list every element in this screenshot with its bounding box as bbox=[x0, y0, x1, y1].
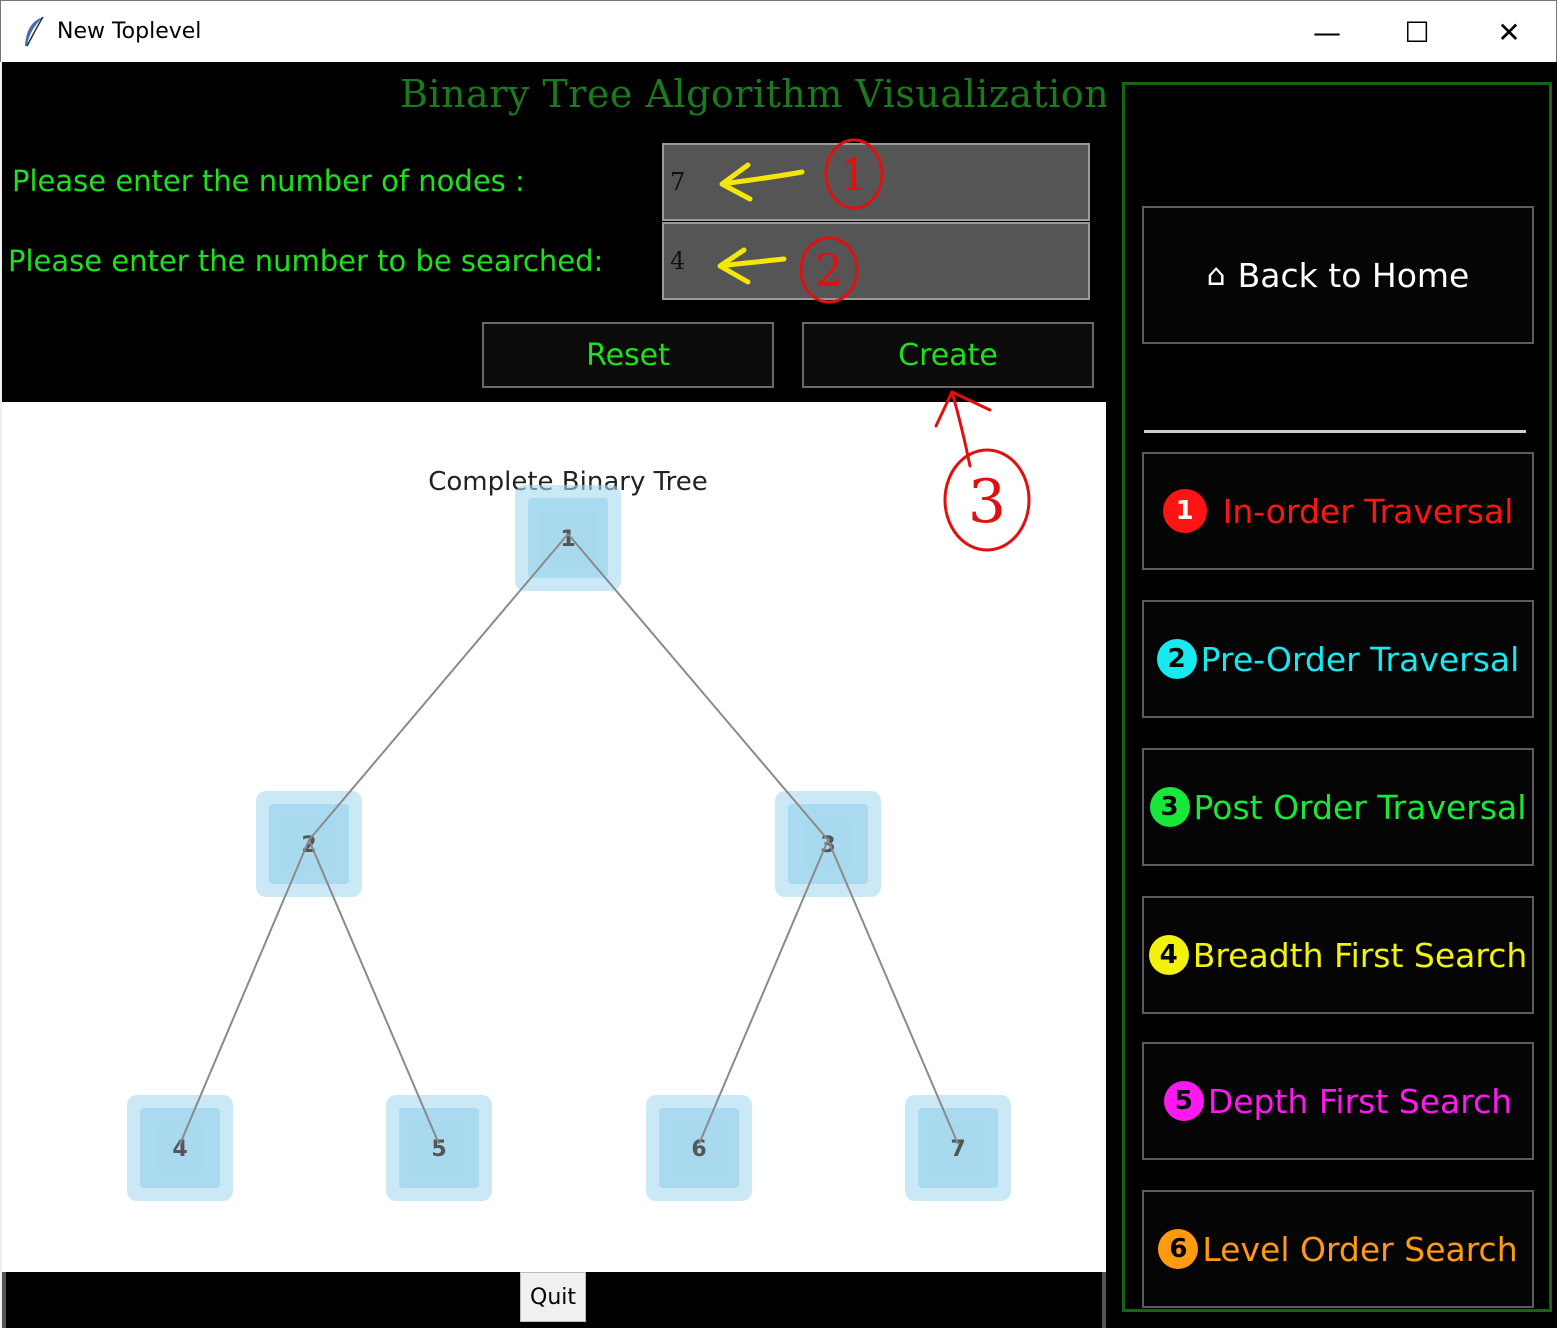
tree-node-label: 5 bbox=[431, 1137, 446, 1162]
tree-node-1: 1 bbox=[515, 485, 621, 591]
tree-node-7: 7 bbox=[905, 1095, 1011, 1201]
preorder-traversal-label: Pre-Order Traversal bbox=[1200, 639, 1520, 679]
minimize-icon: — bbox=[1313, 15, 1341, 49]
tree-node-2: 2 bbox=[256, 791, 362, 897]
inorder-traversal-button[interactable]: 1 In-order Traversal bbox=[1142, 452, 1534, 570]
tree-edge-1-2 bbox=[308, 533, 569, 841]
home-icon: ⌂ bbox=[1206, 257, 1226, 293]
number-badge-2: 2 bbox=[1156, 639, 1197, 679]
depth-first-search-button[interactable]: 5 Depth First Search bbox=[1142, 1042, 1534, 1160]
inorder-traversal-label: In-order Traversal bbox=[1222, 491, 1514, 531]
close-button[interactable]: ✕ bbox=[1463, 1, 1555, 63]
create-button[interactable]: Create bbox=[802, 322, 1094, 388]
level-order-search-label: Level Order Search bbox=[1202, 1229, 1518, 1269]
number-badge-5: 5 bbox=[1163, 1081, 1204, 1121]
feather-icon bbox=[25, 16, 44, 47]
tree-node-6: 6 bbox=[646, 1095, 752, 1201]
reset-button[interactable]: Reset bbox=[482, 322, 774, 388]
tree-edge-1-3 bbox=[567, 533, 829, 841]
tree-graph: Complete Binary Tree 12 34 5 6 7 bbox=[127, 467, 1011, 1201]
tree-node-5: 5 bbox=[386, 1095, 492, 1201]
preorder-traversal-button[interactable]: 2 Pre-Order Traversal bbox=[1142, 600, 1534, 718]
nodes-count-input[interactable]: 7 bbox=[662, 143, 1090, 221]
number-badge-6: 6 bbox=[1158, 1229, 1199, 1269]
number-badge-1: 1 bbox=[1162, 489, 1207, 533]
level-order-search-button[interactable]: 6 Level Order Search bbox=[1142, 1190, 1534, 1308]
postorder-traversal-label: Post Order Traversal bbox=[1193, 787, 1527, 827]
search-number-label: Please enter the number to be searched: bbox=[8, 244, 604, 278]
back-to-home-button[interactable]: ⌂ Back to Home bbox=[1142, 206, 1534, 344]
tree-node-3: 3 bbox=[775, 791, 881, 897]
tree-node-label: 6 bbox=[691, 1137, 706, 1162]
app-heading: Binary Tree Algorithm Visualization bbox=[400, 72, 1110, 116]
depth-first-search-label: Depth First Search bbox=[1207, 1081, 1513, 1121]
number-badge-3: 3 bbox=[1149, 787, 1190, 827]
number-badge-4: 4 bbox=[1148, 935, 1189, 975]
tree-edge-2-5 bbox=[308, 839, 440, 1145]
back-to-home-label: Back to Home bbox=[1237, 255, 1470, 295]
nodes-count-label: Please enter the number of nodes : bbox=[12, 164, 525, 198]
minimize-button[interactable]: — bbox=[1281, 1, 1373, 63]
window-title: New Toplevel bbox=[57, 19, 202, 44]
breadth-first-search-label: Breadth First Search bbox=[1192, 935, 1528, 975]
tree-edge-2-4 bbox=[179, 839, 310, 1145]
tree-node-label: 4 bbox=[172, 1137, 187, 1162]
tree-edge-3-6 bbox=[698, 839, 829, 1145]
window-titlebar: New Toplevel — ☐ ✕ bbox=[0, 0, 1557, 62]
tree-node-label: 7 bbox=[950, 1137, 965, 1162]
maximize-icon: ☐ bbox=[1404, 15, 1430, 49]
tree-node-4: 4 bbox=[127, 1095, 233, 1201]
breadth-first-search-button[interactable]: 4 Breadth First Search bbox=[1142, 896, 1534, 1014]
tree-edge-3-7 bbox=[827, 839, 959, 1145]
quit-button[interactable]: Quit bbox=[520, 1272, 586, 1322]
maximize-button[interactable]: ☐ bbox=[1371, 1, 1463, 63]
tree-canvas: Complete Binary Tree 1234567 bbox=[2, 402, 1106, 1272]
close-icon: ✕ bbox=[1497, 15, 1521, 49]
postorder-traversal-button[interactable]: 3 Post Order Traversal bbox=[1142, 748, 1534, 866]
sidebar-divider bbox=[1144, 430, 1526, 433]
search-number-input[interactable]: 4 bbox=[662, 222, 1090, 300]
